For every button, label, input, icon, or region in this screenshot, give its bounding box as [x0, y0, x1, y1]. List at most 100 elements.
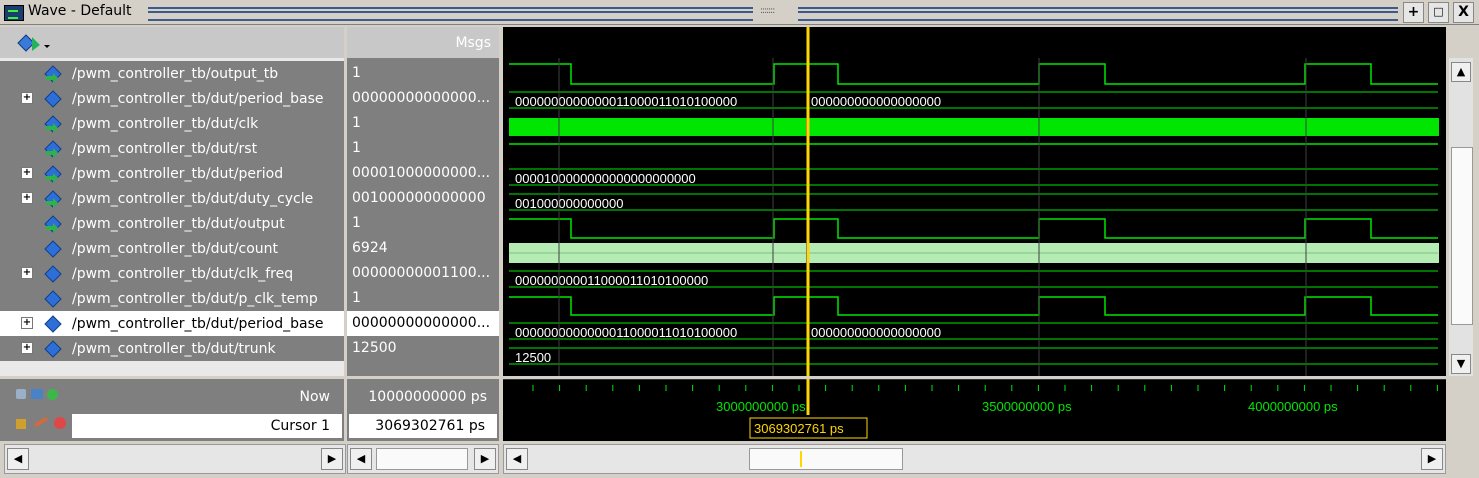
vertical-scroll-thumb[interactable] [1451, 147, 1473, 325]
signal-scroll-left[interactable]: ◀ [7, 448, 29, 470]
signal-name: /pwm_controller_tb/dut/output [72, 216, 285, 232]
add-cursor-icon[interactable] [16, 389, 64, 401]
signal-value: 00000000000000... [352, 315, 491, 331]
signal-row[interactable]: /pwm_controller_tb/output_tb [0, 61, 344, 86]
value-list: 1 00000000000000... 1 1 00001000000000... 001… [347, 58, 499, 376]
signal-row[interactable]: /pwm_controller_tb/dut/clk [0, 111, 344, 136]
add-pane-button[interactable]: + [1403, 2, 1424, 23]
expand-icon[interactable]: + [21, 167, 33, 179]
titlebar-grip-left[interactable] [148, 7, 753, 21]
vertical-scrollbar[interactable]: ▲ ▼ [1449, 58, 1473, 376]
value-row[interactable]: 1 [347, 111, 499, 136]
expand-icon[interactable]: + [21, 192, 33, 204]
value-row[interactable]: 6924 [347, 236, 499, 261]
wave-scroll-right[interactable]: ▶ [1421, 448, 1443, 470]
signal-name: /pwm_controller_tb/dut/trunk [72, 341, 276, 357]
signal-scroll-right[interactable]: ▶ [321, 448, 343, 470]
timeline-svg[interactable]: 3000000000 ps 3500000000 ps 4000000000 p… [503, 378, 1446, 441]
signal-row[interactable]: + /pwm_controller_tb/dut/period [0, 161, 344, 186]
waveform-canvas[interactable]: 0000000000000011000011010100000 00000000… [503, 27, 1446, 376]
find-signal-icon[interactable] [16, 33, 52, 53]
signal-row[interactable]: /pwm_controller_tb/dut/p_clk_temp [0, 286, 344, 311]
wave-clk[interactable] [509, 118, 1439, 136]
signal-header [0, 27, 344, 59]
cursor-values: 10000000000 ps 3069302761 ps [347, 379, 499, 441]
port-signal-icon [44, 140, 62, 158]
value-row[interactable]: 1 [347, 286, 499, 311]
signal-value: 00001000000000... [352, 165, 491, 181]
value-row[interactable]: 1 [347, 211, 499, 236]
value-row[interactable]: 00001000000000... [347, 161, 499, 186]
wave-period-base[interactable]: 0000000000000011000011010100000 00000000… [509, 91, 1438, 109]
wave-trunk[interactable]: 12500 [509, 347, 1438, 365]
signal-row[interactable]: + /pwm_controller_tb/dut/duty_cycle [0, 186, 344, 211]
cursor-value: 3069302761 ps [375, 418, 485, 434]
waveform-svg[interactable]: 0000000000000011000011010100000 00000000… [503, 27, 1446, 376]
signal-row[interactable]: + /pwm_controller_tb/dut/clk_freq [0, 261, 344, 286]
wave-scroll-thumb[interactable] [749, 448, 903, 470]
cursor-flag-label: 3069302761 ps [754, 421, 844, 436]
value-row[interactable]: 00000000000000... [347, 86, 499, 111]
cursor-row-icons[interactable] [16, 416, 70, 431]
wave-period[interactable]: 0000100000000000000000000 [509, 168, 1438, 186]
now-value: 10000000000 ps [368, 389, 487, 405]
tick-label-1: 3000000000 ps [716, 399, 806, 414]
value-row[interactable]: 00000000001100... [347, 261, 499, 286]
cursor-value-cell[interactable]: 3069302761 ps [349, 414, 497, 438]
wave-hscrollbar[interactable]: ◀ ▶ [503, 444, 1446, 474]
value-row[interactable]: 12500 [347, 336, 499, 361]
value-row[interactable]: 00000000000000... [347, 311, 499, 336]
signal-name: /pwm_controller_tb/dut/period_base [72, 91, 324, 107]
wave-period-base-2[interactable]: 0000000000000011000011010100000 00000000… [509, 322, 1438, 340]
tick-label-3: 4000000000 ps [1248, 399, 1338, 414]
signal-row[interactable]: + /pwm_controller_tb/dut/period_base [0, 86, 344, 111]
value-hscrollbar[interactable]: ◀ ▶ [347, 444, 499, 474]
signal-name: /pwm_controller_tb/output_tb [72, 66, 279, 82]
value-scroll-thumb[interactable] [376, 448, 468, 470]
wave-output[interactable] [509, 218, 1438, 239]
port-signal-icon [44, 165, 62, 183]
titlebar-grip-right[interactable] [798, 7, 1398, 21]
signal-value: 1 [352, 215, 361, 231]
value-header: Msgs [347, 27, 499, 59]
signal-row[interactable]: + /pwm_controller_tb/dut/period_base [0, 311, 344, 336]
port-signal-icon [44, 215, 62, 233]
value-scroll-right[interactable]: ▶ [474, 448, 496, 470]
expand-icon[interactable]: + [21, 92, 33, 104]
scroll-down-button[interactable]: ▼ [1451, 354, 1471, 374]
signal-row[interactable]: /pwm_controller_tb/dut/output [0, 211, 344, 236]
signal-name: /pwm_controller_tb/dut/rst [72, 141, 258, 157]
wave-duty-cycle[interactable]: 001000000000000 [509, 193, 1438, 211]
value-scroll-left[interactable]: ◀ [350, 448, 372, 470]
scroll-up-button[interactable]: ▲ [1451, 62, 1471, 82]
timeline-ruler[interactable]: 3000000000 ps 3500000000 ps 4000000000 p… [503, 378, 1446, 441]
signal-row[interactable]: /pwm_controller_tb/dut/count [0, 236, 344, 261]
value-row[interactable]: 1 [347, 61, 499, 86]
value-row[interactable]: 1 [347, 136, 499, 161]
wave-label-clk-freq: 000000000011000011010100000 [515, 273, 708, 288]
signal-diamond-icon [44, 265, 62, 283]
signal-row[interactable]: + /pwm_controller_tb/dut/trunk [0, 336, 344, 361]
signal-row[interactable]: /pwm_controller_tb/dut/rst [0, 136, 344, 161]
signal-diamond-icon [44, 315, 62, 333]
wave-clk-freq[interactable]: 000000000011000011010100000 [509, 270, 1438, 288]
wave-p-clk-temp[interactable] [509, 296, 1438, 316]
signal-hscrollbar[interactable]: ◀ ▶ [4, 444, 346, 474]
undock-button[interactable]: □ [1428, 2, 1449, 23]
wave-output-tb[interactable] [509, 63, 1438, 85]
wave-label-period-base-b: 000000000000000000 [811, 94, 941, 109]
value-row[interactable]: 001000000000000 [347, 186, 499, 211]
cursor-name-cell[interactable]: Cursor 1 [72, 414, 342, 438]
port-signal-icon [44, 65, 62, 83]
signal-name: /pwm_controller_tb/dut/period [72, 166, 284, 182]
signal-value: 1 [352, 290, 361, 306]
expand-icon[interactable]: + [21, 342, 33, 354]
signal-diamond-icon [44, 340, 62, 358]
signal-name: /pwm_controller_tb/dut/clk [72, 116, 259, 132]
titlebar-grip-center[interactable]: ::::::: [760, 6, 775, 16]
wave-scroll-left[interactable]: ◀ [506, 448, 528, 470]
expand-icon[interactable]: + [21, 267, 33, 279]
close-button[interactable]: X [1453, 2, 1474, 23]
wave-label-period-base-a: 0000000000000011000011010100000 [515, 94, 737, 109]
expand-icon[interactable]: + [21, 317, 33, 329]
